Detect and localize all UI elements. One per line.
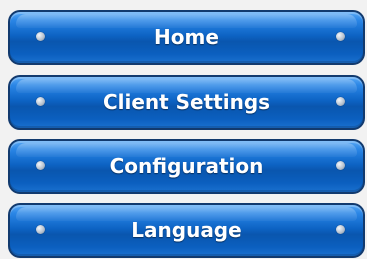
rivet-icon: [336, 160, 345, 170]
home-button-label: Home: [154, 24, 219, 49]
rivet-icon: [336, 31, 345, 41]
main-nav-menu: Home Client Settings Configuration Langu…: [0, 0, 367, 259]
configuration-button[interactable]: Configuration: [8, 139, 365, 194]
client-settings-button[interactable]: Client Settings: [8, 75, 365, 130]
rivet-icon: [336, 96, 345, 106]
client-settings-button-label: Client Settings: [102, 89, 271, 114]
home-button[interactable]: Home: [8, 10, 365, 65]
language-button[interactable]: Language: [8, 203, 365, 258]
rivet-icon: [336, 224, 345, 234]
language-button-label: Language: [131, 217, 242, 242]
configuration-button-label: Configuration: [109, 153, 264, 178]
